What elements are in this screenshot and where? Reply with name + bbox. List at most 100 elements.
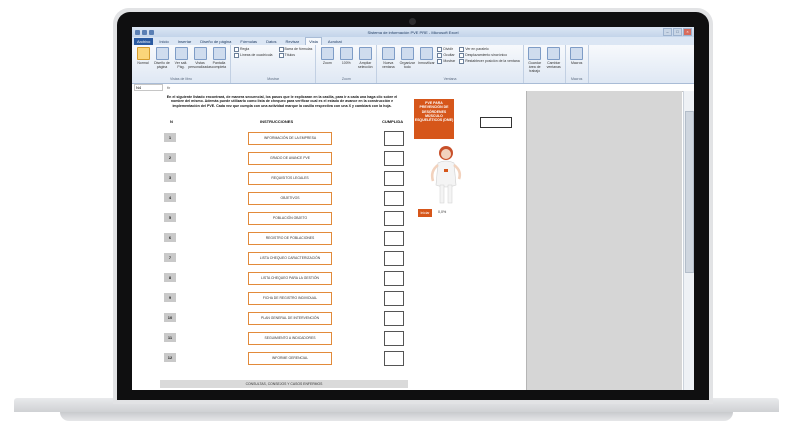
macros-button[interactable]: Macros — [569, 47, 585, 65]
maximize-button[interactable]: □ — [673, 28, 682, 36]
list-item: 6 REGISTRO DE POBLACIONES — [160, 231, 408, 247]
tab-diseno-pagina[interactable]: Diseño de página — [197, 38, 234, 45]
page-break-icon — [174, 47, 188, 60]
custom-views-button[interactable]: Vistas personalizadas — [188, 47, 212, 69]
unhide-button[interactable]: Mostrar — [437, 59, 455, 64]
done-checkbox[interactable] — [384, 331, 404, 346]
full-screen-button[interactable]: Pantalla completa — [211, 47, 227, 69]
instruction-link[interactable]: POBLACIÓN OBJETO — [248, 212, 332, 225]
instruction-link[interactable]: LISTA CHEQUEO CARACTERIZACIÓN — [248, 252, 332, 265]
instruction-link[interactable]: INFORME GERENCIAL — [248, 352, 332, 365]
hide-button[interactable]: Ocultar — [437, 53, 455, 58]
row-number: 12 — [164, 353, 176, 362]
switch-windows-icon — [547, 47, 561, 60]
switch-windows-button[interactable]: Cambiar ventanas — [546, 47, 562, 69]
tab-revisar[interactable]: Revisar — [283, 38, 303, 45]
close-button[interactable]: × — [683, 28, 692, 36]
instruction-link[interactable]: INFORMACIÓN DE LA EMPRESA — [248, 132, 332, 145]
side-by-side-button[interactable]: Ver en paralelo — [459, 47, 519, 52]
done-checkbox[interactable] — [384, 311, 404, 326]
list-item: 9 FICHA DE REGISTRO INDIVIDUAL — [160, 291, 408, 307]
reset-position-button[interactable]: Restablecer posición de la ventana — [459, 59, 520, 64]
group-vistas-libro: Normal Diseño de página Ver salt. Pág. V… — [132, 45, 231, 83]
row-number: 5 — [164, 213, 176, 222]
minimize-button[interactable]: – — [663, 28, 672, 36]
header-num: N — [170, 119, 173, 124]
list-item: 11 SEGUIMIENTO A INDICADORES — [160, 331, 408, 347]
check-regla[interactable]: Regla — [234, 47, 273, 52]
side-input-box[interactable] — [480, 117, 512, 128]
group-ventana: Nueva ventana Organizar todo Inmovilizar… — [377, 45, 524, 83]
instruction-link[interactable]: REGISTRO DE POBLACIONES — [248, 232, 332, 245]
arrange-all-button[interactable]: Organizar todo — [399, 47, 415, 69]
new-window-button[interactable]: Nueva ventana — [380, 47, 396, 69]
done-checkbox[interactable] — [384, 171, 404, 186]
name-box[interactable]: N4 — [134, 84, 163, 91]
save-workspace-icon — [528, 47, 542, 60]
normal-view-icon — [136, 47, 150, 60]
zoom-selection-button[interactable]: Ampliar selección — [357, 47, 373, 69]
full-screen-icon — [212, 47, 226, 60]
group-macros: Macros Macros — [566, 45, 589, 83]
check-barra-formulas[interactable]: Barra de fórmulas — [278, 47, 312, 52]
done-checkbox[interactable] — [384, 231, 404, 246]
custom-views-icon — [193, 47, 207, 60]
row-number: 8 — [164, 273, 176, 282]
title-bar: Sistema de información PVE PRE - Microso… — [132, 27, 694, 37]
instruction-link[interactable]: GRADO DE AVANCE PVE — [248, 152, 332, 165]
scroll-thumb[interactable] — [685, 111, 694, 273]
arrange-icon — [400, 47, 414, 60]
tab-datos[interactable]: Datos — [263, 38, 279, 45]
split-button[interactable]: Dividir — [437, 47, 455, 52]
iniciar-button[interactable]: Iniciar — [418, 209, 432, 217]
list-item: 8 LISTA CHEQUEO PARA LA GESTIÓN — [160, 271, 408, 287]
excel-window: Sistema de información PVE PRE - Microso… — [132, 27, 694, 390]
header-cumplida: CUMPLIDA — [382, 119, 404, 124]
tab-insertar[interactable]: Insertar — [175, 38, 195, 45]
ribbon: Normal Diseño de página Ver salt. Pág. V… — [132, 45, 694, 84]
instruction-link[interactable]: FICHA DE REGISTRO INDIVIDUAL — [248, 292, 332, 305]
done-checkbox[interactable] — [384, 131, 404, 146]
header-instrucciones: INSTRUCCIONES — [260, 119, 294, 124]
sheet-gray-area — [526, 91, 682, 390]
done-checkbox[interactable] — [384, 251, 404, 266]
window-controls: – □ × — [663, 28, 692, 36]
normal-view-button[interactable]: Normal — [135, 47, 151, 65]
page-layout-button[interactable]: Diseño de página — [154, 47, 170, 69]
done-checkbox[interactable] — [384, 291, 404, 306]
row-number: 3 — [164, 173, 176, 182]
tab-acrobat[interactable]: Acrobat — [325, 38, 345, 45]
freeze-panes-button[interactable]: Inmovilizar — [418, 47, 435, 65]
save-workspace-button[interactable]: Guardar área de trabajo — [527, 47, 543, 73]
row-number: 9 — [164, 293, 176, 302]
done-checkbox[interactable] — [384, 151, 404, 166]
vertical-scrollbar[interactable] — [683, 91, 694, 390]
sync-scroll-button[interactable]: Desplazamiento sincrónico — [459, 53, 519, 58]
instruction-link[interactable]: SEGUIMIENTO A INDICADORES — [248, 332, 332, 345]
done-checkbox[interactable] — [384, 351, 404, 366]
instruction-link[interactable]: OBJETIVOS — [248, 192, 332, 205]
footer-bar: CONSULTAS, CONSEJOS Y CASOS ENFERMOS — [160, 380, 408, 388]
row-number: 2 — [164, 153, 176, 162]
fx-icon[interactable]: fx — [167, 85, 170, 90]
page-layout-icon — [155, 47, 169, 60]
row-number: 6 — [164, 233, 176, 242]
row-number: 1 — [164, 133, 176, 142]
instruction-link[interactable]: PLAN GENERAL DE INTERVENCIÓN — [248, 312, 332, 325]
instruction-link[interactable]: LISTA CHEQUEO PARA LA GESTIÓN — [248, 272, 332, 285]
done-checkbox[interactable] — [384, 191, 404, 206]
zoom-button[interactable]: Zoom — [319, 47, 335, 65]
done-checkbox[interactable] — [384, 211, 404, 226]
zoom-100-button[interactable]: 100% — [338, 47, 354, 65]
tab-vista[interactable]: Vista — [305, 37, 322, 45]
check-lineas-cuadricula[interactable]: Líneas de cuadrícula — [234, 53, 273, 58]
tab-formulas[interactable]: Fórmulas — [237, 38, 260, 45]
tab-inicio[interactable]: Inicio — [156, 38, 171, 45]
tab-archivo[interactable]: Archivo — [134, 38, 154, 45]
check-titulos[interactable]: Títulos — [278, 53, 313, 58]
list-item: 3 REQUISITOS LEGALES — [160, 171, 408, 187]
page-break-button[interactable]: Ver salt. Pág. — [173, 47, 189, 69]
done-checkbox[interactable] — [384, 271, 404, 286]
instruction-link[interactable]: REQUISITOS LEGALES — [248, 172, 332, 185]
row-number: 4 — [164, 193, 176, 202]
